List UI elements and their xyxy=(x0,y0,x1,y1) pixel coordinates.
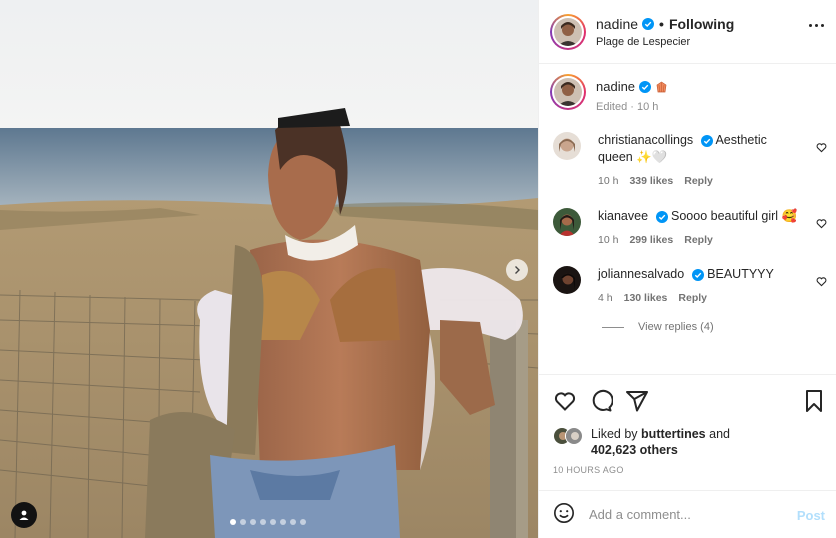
bookmark-icon xyxy=(806,390,822,412)
carousel-dot xyxy=(290,519,296,525)
comment-username[interactable]: kianavee xyxy=(598,209,648,223)
heart-icon[interactable] xyxy=(816,142,827,153)
reply-button[interactable]: Reply xyxy=(678,290,707,307)
comment-text: Soooo beautiful girl 🥰 xyxy=(671,209,798,223)
user-tag-icon xyxy=(19,510,29,520)
comment-likes[interactable]: 339 likes xyxy=(629,173,673,190)
reply-button[interactable]: Reply xyxy=(684,232,713,249)
comment-button[interactable] xyxy=(589,389,614,416)
verified-badge-icon xyxy=(639,80,652,93)
carousel-dot xyxy=(230,519,236,525)
save-button[interactable] xyxy=(803,389,825,416)
comment-item: christianacollings Aesthetic queen ✨🤍 10… xyxy=(539,132,836,190)
heart-icon[interactable] xyxy=(816,276,827,287)
view-replies-button[interactable]: View replies (4) xyxy=(539,321,836,333)
view-replies-label: View replies (4) xyxy=(638,321,714,333)
like-button[interactable] xyxy=(553,389,577,416)
chevron-right-icon xyxy=(515,266,520,274)
share-button[interactable] xyxy=(625,389,649,416)
caption-author[interactable]: nadine xyxy=(596,79,635,94)
avatar-image xyxy=(554,17,582,46)
smiley-icon xyxy=(554,503,574,523)
comments-list[interactable]: nadine Edited · 10 h christianacollings … xyxy=(539,64,836,374)
comment-time: 10 h xyxy=(598,234,619,246)
verified-badge-icon xyxy=(655,210,668,223)
verified-badge-icon xyxy=(700,134,713,147)
carousel-dot xyxy=(260,519,266,525)
comment-username[interactable]: joliannesalvado xyxy=(598,267,684,281)
comment-time: 4 h xyxy=(598,292,613,304)
post-location[interactable]: Plage de Lespecier xyxy=(596,36,734,48)
following-button[interactable]: Following xyxy=(669,16,734,32)
author-avatar[interactable] xyxy=(550,13,586,50)
likes-summary[interactable]: Liked by buttertines and 402,623 others xyxy=(553,426,730,458)
comment-likes[interactable]: 299 likes xyxy=(629,232,673,249)
comment-time: 10 h xyxy=(598,175,619,187)
carousel-dot xyxy=(270,519,276,525)
caption-avatar[interactable] xyxy=(550,74,586,110)
header-separator: • xyxy=(659,15,664,32)
paper-plane-icon xyxy=(626,391,648,412)
liker-username[interactable]: buttertines xyxy=(641,427,706,441)
next-slide-button[interactable] xyxy=(506,259,528,281)
beach-photo-illustration xyxy=(0,0,538,538)
carousel-indicator xyxy=(230,519,306,525)
comment-icon xyxy=(592,389,614,412)
commenter-avatar[interactable] xyxy=(553,266,581,294)
comment-item: kianavee Soooo beautiful girl 🥰 10 h 299… xyxy=(539,208,836,249)
emoji-picker-button[interactable] xyxy=(553,502,575,527)
author-username[interactable]: nadine xyxy=(596,16,638,32)
commenter-avatar[interactable] xyxy=(553,208,581,236)
carousel-dot xyxy=(300,519,306,525)
comment-input[interactable] xyxy=(589,507,779,522)
likes-prefix: Liked by xyxy=(591,427,638,441)
carousel-dot xyxy=(250,519,256,525)
post-photo[interactable] xyxy=(0,0,538,538)
more-options-button[interactable] xyxy=(809,24,824,27)
comment-item: joliannesalvado BEAUTYYY 4 h 130 likes R… xyxy=(539,266,836,307)
more-horizontal-icon xyxy=(809,24,812,27)
verified-badge-icon xyxy=(691,268,704,281)
reply-line-divider xyxy=(602,326,624,328)
post-side-panel: nadine • Following Plage de Lespecier na… xyxy=(538,0,836,538)
carousel-dot xyxy=(280,519,286,525)
comment-text: BEAUTYYY xyxy=(707,267,774,281)
comment-composer: Post xyxy=(539,490,836,538)
liker-avatars xyxy=(553,426,587,446)
post-actions: Liked by buttertines and 402,623 others … xyxy=(539,374,836,490)
post-caption: nadine Edited · 10 h xyxy=(539,64,836,113)
avatar xyxy=(565,427,583,445)
carousel-dot xyxy=(240,519,246,525)
comment-username[interactable]: christianacollings xyxy=(598,133,693,147)
heart-icon[interactable] xyxy=(816,218,827,229)
tagged-users-button[interactable] xyxy=(11,502,37,528)
likes-conjunction: and xyxy=(709,427,730,441)
verified-badge-icon xyxy=(642,17,655,30)
comment-likes[interactable]: 130 likes xyxy=(624,290,668,307)
shell-emoji-icon xyxy=(656,81,667,92)
caption-meta: Edited · 10 h xyxy=(596,101,659,113)
heart-icon xyxy=(554,392,576,411)
likes-count[interactable]: 402,623 others xyxy=(591,443,678,457)
post-header: nadine • Following Plage de Lespecier xyxy=(539,0,836,64)
post-dialog: nadine • Following Plage de Lespecier na… xyxy=(0,0,836,538)
post-comment-button[interactable]: Post xyxy=(797,508,825,523)
commenter-avatar[interactable] xyxy=(553,132,581,160)
reply-button[interactable]: Reply xyxy=(684,173,713,190)
post-timestamp[interactable]: 10 HOURS AGO xyxy=(553,465,624,475)
